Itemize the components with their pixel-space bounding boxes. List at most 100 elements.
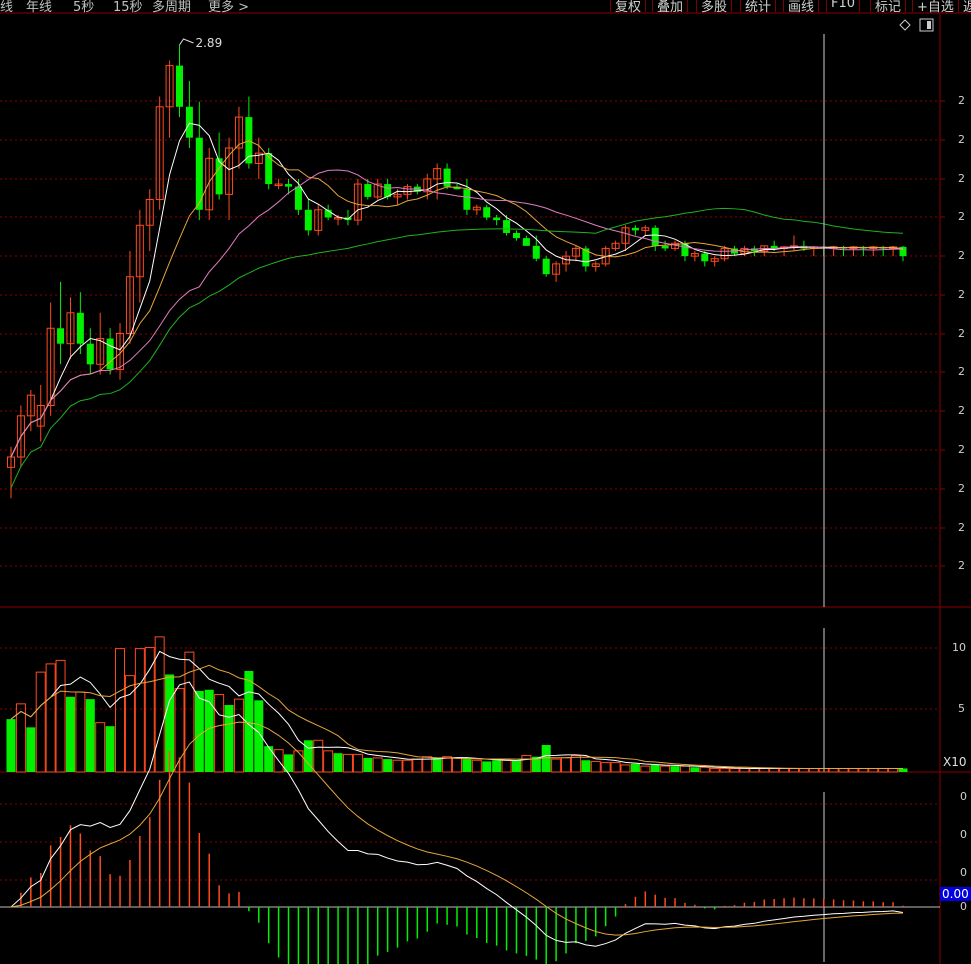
volume-bar-up [75, 691, 86, 773]
price-tick-label: 2 [958, 249, 965, 262]
macd-tick-label: 0 [960, 828, 967, 841]
volume-bar-up [600, 762, 611, 773]
volume-bar-up [45, 663, 56, 773]
volume-unit-label: X10 [943, 755, 967, 769]
volume-bar-up [858, 767, 869, 773]
candle-down [285, 184, 293, 187]
volume-bar-up [808, 767, 819, 773]
volume-bar-down [630, 763, 640, 772]
price-tick-label: 2 [958, 327, 965, 340]
volume-bar-up [729, 767, 740, 773]
volume-bar-down [898, 768, 908, 772]
volume-bar-up [372, 757, 383, 773]
volume-bar-up [342, 753, 353, 773]
candle-down [631, 227, 639, 231]
volume-bar-up [739, 767, 750, 773]
volume-bar-up [570, 755, 581, 773]
volume-bar-up [134, 648, 145, 773]
volume-bar-up [798, 767, 809, 773]
volume-bar-up [293, 750, 304, 773]
volume-bar-down [6, 719, 16, 772]
price-tick-label: 2 [958, 210, 965, 223]
volume-bar-up [323, 750, 334, 773]
volume-bar-down [482, 761, 492, 772]
price-tick-label: 2 [958, 404, 965, 417]
volume-bar-up [521, 755, 532, 773]
price-tick-label: 2 [958, 521, 965, 534]
volume-bar-up [888, 767, 899, 773]
ma60-line [10, 207, 904, 489]
volume-bar-down [432, 757, 442, 772]
price-tick-label: 2 [958, 94, 965, 107]
volume-bar-up [769, 767, 780, 773]
ma5-line [10, 122, 904, 458]
candle-down [443, 168, 451, 187]
diamond-icon [899, 19, 911, 31]
candle-down [532, 245, 540, 259]
price-tick-label: 2 [958, 482, 965, 495]
volume-bar-up [828, 767, 839, 773]
volume-bar-up [749, 767, 760, 773]
volume-bar-up [848, 767, 859, 773]
ma20-line [10, 169, 904, 458]
stock-chart[interactable]: 2.89 [0, 0, 971, 964]
candle-down [86, 343, 94, 365]
volume-bar-up [610, 762, 621, 773]
volume-bar-up [412, 758, 423, 773]
volume-bar-up [878, 767, 889, 773]
volume-bar-down [363, 757, 373, 772]
candle-down [651, 227, 659, 246]
volume-bar-up [442, 756, 453, 773]
price-tick-label: 2 [958, 559, 965, 572]
volume-bar-up [452, 757, 462, 773]
candle-down [493, 217, 501, 221]
volume-bar-up [501, 759, 512, 773]
volume-bar-up [590, 760, 601, 773]
volume-bar-up [561, 757, 572, 773]
volume-bar-down [462, 759, 472, 772]
volume-tick-label: 5 [958, 702, 965, 715]
volume-bar-up [719, 767, 730, 773]
volume-bar-down [670, 766, 680, 772]
macd-tick-label: 0 [960, 790, 967, 803]
candle-down [483, 207, 491, 218]
price-tick-label: 2 [958, 288, 965, 301]
high-marker [179, 38, 194, 46]
volume-bar-up [313, 739, 324, 773]
volume-bar-up [709, 767, 720, 773]
volume-bar-down [264, 746, 274, 772]
candle-down [185, 106, 193, 138]
macd-current-value: 0.00 [940, 887, 971, 901]
volume-bar-up [184, 651, 195, 773]
volume-bar-down [333, 753, 343, 772]
volume-bar-down [105, 726, 115, 772]
volume-bar-up [124, 675, 135, 773]
volume-bar-up [115, 648, 126, 773]
volume-bar-down [650, 764, 660, 772]
candle-down [512, 232, 520, 239]
volume-bar-up [233, 698, 244, 773]
volume-bar-up [55, 659, 66, 773]
volume-bar-up [95, 722, 106, 773]
candle-down [542, 258, 550, 275]
candle-down [57, 328, 65, 344]
volume-bar-up [699, 766, 710, 773]
volume-bar-down [85, 699, 95, 772]
candle-down [76, 312, 84, 344]
window-icon-pane [927, 21, 931, 29]
volume-bar-up [660, 765, 671, 773]
volume-bar-up [35, 671, 46, 773]
volume-bar-up [759, 767, 770, 773]
price-tick-label: 2 [958, 443, 965, 456]
volume-bar-down [224, 705, 234, 772]
volume-bar-up [679, 765, 690, 773]
volume-bar-up [551, 758, 562, 773]
candle-down [701, 253, 709, 262]
volume-bar-down [26, 727, 36, 772]
volume-bar-up [352, 753, 363, 773]
volume-bar-up [620, 764, 631, 773]
candle-down [294, 186, 302, 210]
volume-bar-up [868, 767, 879, 773]
price-tick-label: 2 [958, 172, 965, 185]
volume-bar-up [640, 765, 651, 773]
